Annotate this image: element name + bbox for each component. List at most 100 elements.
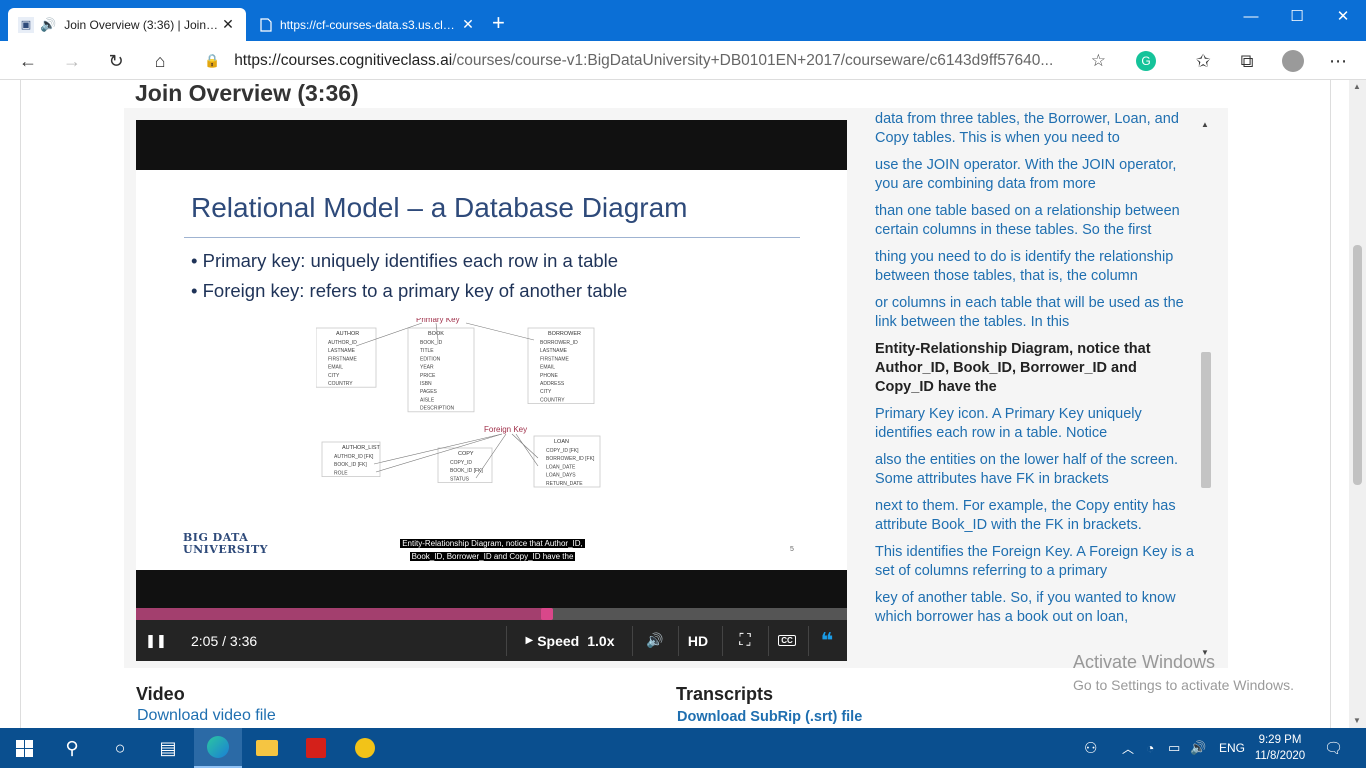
transcript-quote-icon[interactable]: ❝ xyxy=(810,620,844,661)
closed-captions-icon[interactable]: CC xyxy=(770,620,804,661)
address-bar[interactable]: 🔒 https://courses.cognitiveclass.ai/cour… xyxy=(192,46,1120,76)
erd-field: LASTNAME xyxy=(328,348,356,354)
chevron-right-icon: ▶ xyxy=(525,635,534,646)
erd-field: YEAR xyxy=(420,365,434,371)
download-video-link[interactable]: Download video file xyxy=(137,707,276,725)
erd-entity-name: AUTHOR_LIST xyxy=(342,445,381,451)
transcript-line[interactable]: thing you need to do is identify the rel… xyxy=(875,248,1197,286)
primary-key-label: Primary Key xyxy=(416,318,460,324)
transcript-line[interactable]: use the JOIN operator. With the JOIN ope… xyxy=(875,156,1197,194)
transcript-line[interactable]: Primary Key icon. A Primary Key uniquely… xyxy=(875,405,1197,443)
erd-field: FIRSTNAME xyxy=(328,356,358,362)
speed-button[interactable]: ▶ Speed 1.0x xyxy=(520,620,620,661)
favorites-list-icon[interactable]: ✩ xyxy=(1189,47,1217,75)
file-explorer-icon[interactable] xyxy=(243,728,291,768)
transcript-panel[interactable]: data from three tables, the Borrower, Lo… xyxy=(862,110,1212,660)
erd-field: ADDRESS xyxy=(540,381,565,387)
transcript-line[interactable]: or columns in each table that will be us… xyxy=(875,294,1197,332)
people-icon[interactable]: ⚇ xyxy=(1084,728,1097,768)
video-progress-bar[interactable] xyxy=(136,608,847,620)
transcript-line[interactable]: next to them. For example, the Copy enti… xyxy=(875,497,1197,535)
page-scrollbar[interactable]: ▲ ▼ xyxy=(1349,80,1366,728)
erd-field: PAGES xyxy=(420,389,438,395)
maximize-icon[interactable]: ☐ xyxy=(1274,0,1320,32)
tab-title: Join Overview (3:36) | Join Op xyxy=(64,17,220,32)
search-icon[interactable]: ⚲ xyxy=(48,728,96,768)
notifications-icon[interactable]: 🗨 xyxy=(1324,728,1343,768)
erd-field: COPY_ID [FK] xyxy=(546,448,579,454)
erd-entity-name: COPY xyxy=(458,451,474,457)
entity-relationship-diagram: AUTHOR AUTHOR_ID LASTNAME FIRSTNAME EMAIL CIT… xyxy=(316,318,601,488)
adobe-reader-icon[interactable] xyxy=(292,728,340,768)
network-icon[interactable]: ◔ xyxy=(1146,728,1154,768)
transcript-line[interactable]: than one table based on a relationship b… xyxy=(875,202,1197,240)
erd-field: BOOK_ID xyxy=(420,340,443,346)
pause-icon[interactable]: ❚❚ xyxy=(144,620,168,661)
activate-windows-title: Activate Windows xyxy=(1073,652,1216,672)
progress-handle[interactable] xyxy=(540,608,553,620)
battery-icon[interactable]: ▭ xyxy=(1168,728,1180,768)
erd-field: BOOK_ID [FK] xyxy=(450,468,483,474)
edge-browser-icon[interactable] xyxy=(194,728,242,768)
erd-field: CITY xyxy=(540,389,552,395)
close-tab-icon[interactable]: ✕ xyxy=(220,16,236,33)
transcript-line[interactable]: This identifies the Foreign Key. A Forei… xyxy=(875,543,1197,581)
windows-start-icon[interactable] xyxy=(0,728,48,768)
tab-cf-courses-data[interactable]: https://cf-courses-data.s3.us.cloud ✕ xyxy=(248,8,486,41)
transcript-line[interactable]: data from three tables, the Borrower, Lo… xyxy=(875,110,1197,148)
app-icon[interactable] xyxy=(341,728,389,768)
transcript-line[interactable]: Entity-Relationship Diagram, notice that… xyxy=(875,340,1197,397)
scroll-thumb[interactable] xyxy=(1201,352,1211,488)
erd-entity-name: BOOK xyxy=(428,331,444,337)
erd-field: COPY_ID xyxy=(450,460,472,466)
collections-icon[interactable]: ⧉ xyxy=(1233,47,1261,75)
refresh-icon[interactable]: ↻ xyxy=(102,47,130,75)
erd-field: PHONE xyxy=(540,373,558,379)
hd-button[interactable]: HD xyxy=(680,620,716,661)
erd-field: TITLE xyxy=(420,348,434,354)
scroll-up-icon[interactable]: ▲ xyxy=(1353,82,1361,91)
lock-icon[interactable]: 🔒 xyxy=(204,53,220,69)
video-heading: Video xyxy=(136,684,185,704)
erd-field: ROLE xyxy=(334,470,348,476)
erd-field: EMAIL xyxy=(540,365,555,371)
speaker-icon[interactable]: 🔊 xyxy=(40,17,56,33)
close-window-icon[interactable]: ✕ xyxy=(1320,0,1366,32)
home-icon[interactable]: ⌂ xyxy=(146,47,174,75)
minimize-icon[interactable]: — xyxy=(1228,0,1274,32)
erd-entity-name: BORROWER xyxy=(548,331,581,337)
transcript-line[interactable]: also the entities on the lower half of t… xyxy=(875,451,1197,489)
cortana-icon[interactable]: ○ xyxy=(96,728,144,768)
slide-title: Relational Model – a Database Diagram xyxy=(191,192,688,223)
scroll-thumb[interactable] xyxy=(1353,245,1362,485)
clock[interactable]: 9:29 PM 11/8/2020 xyxy=(1248,732,1312,764)
favorite-star-icon[interactable]: ☆ xyxy=(1091,51,1106,71)
erd-field: RETURN_DATE xyxy=(546,481,583,487)
volume-icon[interactable]: 🔊 xyxy=(634,620,676,661)
close-tab-icon[interactable]: ✕ xyxy=(460,16,476,33)
volume-icon[interactable]: 🔊 xyxy=(1190,728,1206,768)
erd-field: DESCRIPTION xyxy=(420,406,455,412)
transcript-scrollbar[interactable]: ▲ ▼ xyxy=(1199,120,1213,660)
fullscreen-icon[interactable]: ⛶ xyxy=(724,620,766,661)
forward-arrow-icon[interactable]: → xyxy=(58,47,86,75)
download-transcript-link[interactable]: Download SubRip (.srt) file xyxy=(677,709,862,725)
back-arrow-icon[interactable]: ← xyxy=(14,47,42,75)
tab-join-overview[interactable]: ▣ 🔊 Join Overview (3:36) | Join Op ✕ xyxy=(8,8,246,41)
browser-tab-bar: ▣ 🔊 Join Overview (3:36) | Join Op ✕ htt… xyxy=(0,0,1366,41)
show-hidden-icons-icon[interactable]: ︿ xyxy=(1122,728,1134,768)
scroll-up-icon[interactable]: ▲ xyxy=(1201,120,1209,129)
profile-avatar-icon[interactable] xyxy=(1282,50,1304,72)
video-caption: Entity-Relationship Diagram, notice that… xyxy=(400,539,585,561)
transcript-line[interactable]: key of another table. So, if you wanted … xyxy=(875,589,1197,627)
divider xyxy=(768,626,769,656)
language-indicator[interactable]: ENG xyxy=(1219,728,1245,768)
video-player[interactable]: Relational Model – a Database Diagram • … xyxy=(136,120,847,661)
more-options-icon[interactable]: ⋯ xyxy=(1324,47,1352,75)
document-icon xyxy=(258,17,274,33)
task-view-icon[interactable]: ▤ xyxy=(144,728,192,768)
url-text: https://courses.cognitiveclass.ai/course… xyxy=(234,52,1054,69)
new-tab-button[interactable]: + xyxy=(492,12,505,34)
scroll-down-icon[interactable]: ▼ xyxy=(1353,716,1361,725)
grammarly-icon[interactable]: G xyxy=(1136,51,1156,71)
